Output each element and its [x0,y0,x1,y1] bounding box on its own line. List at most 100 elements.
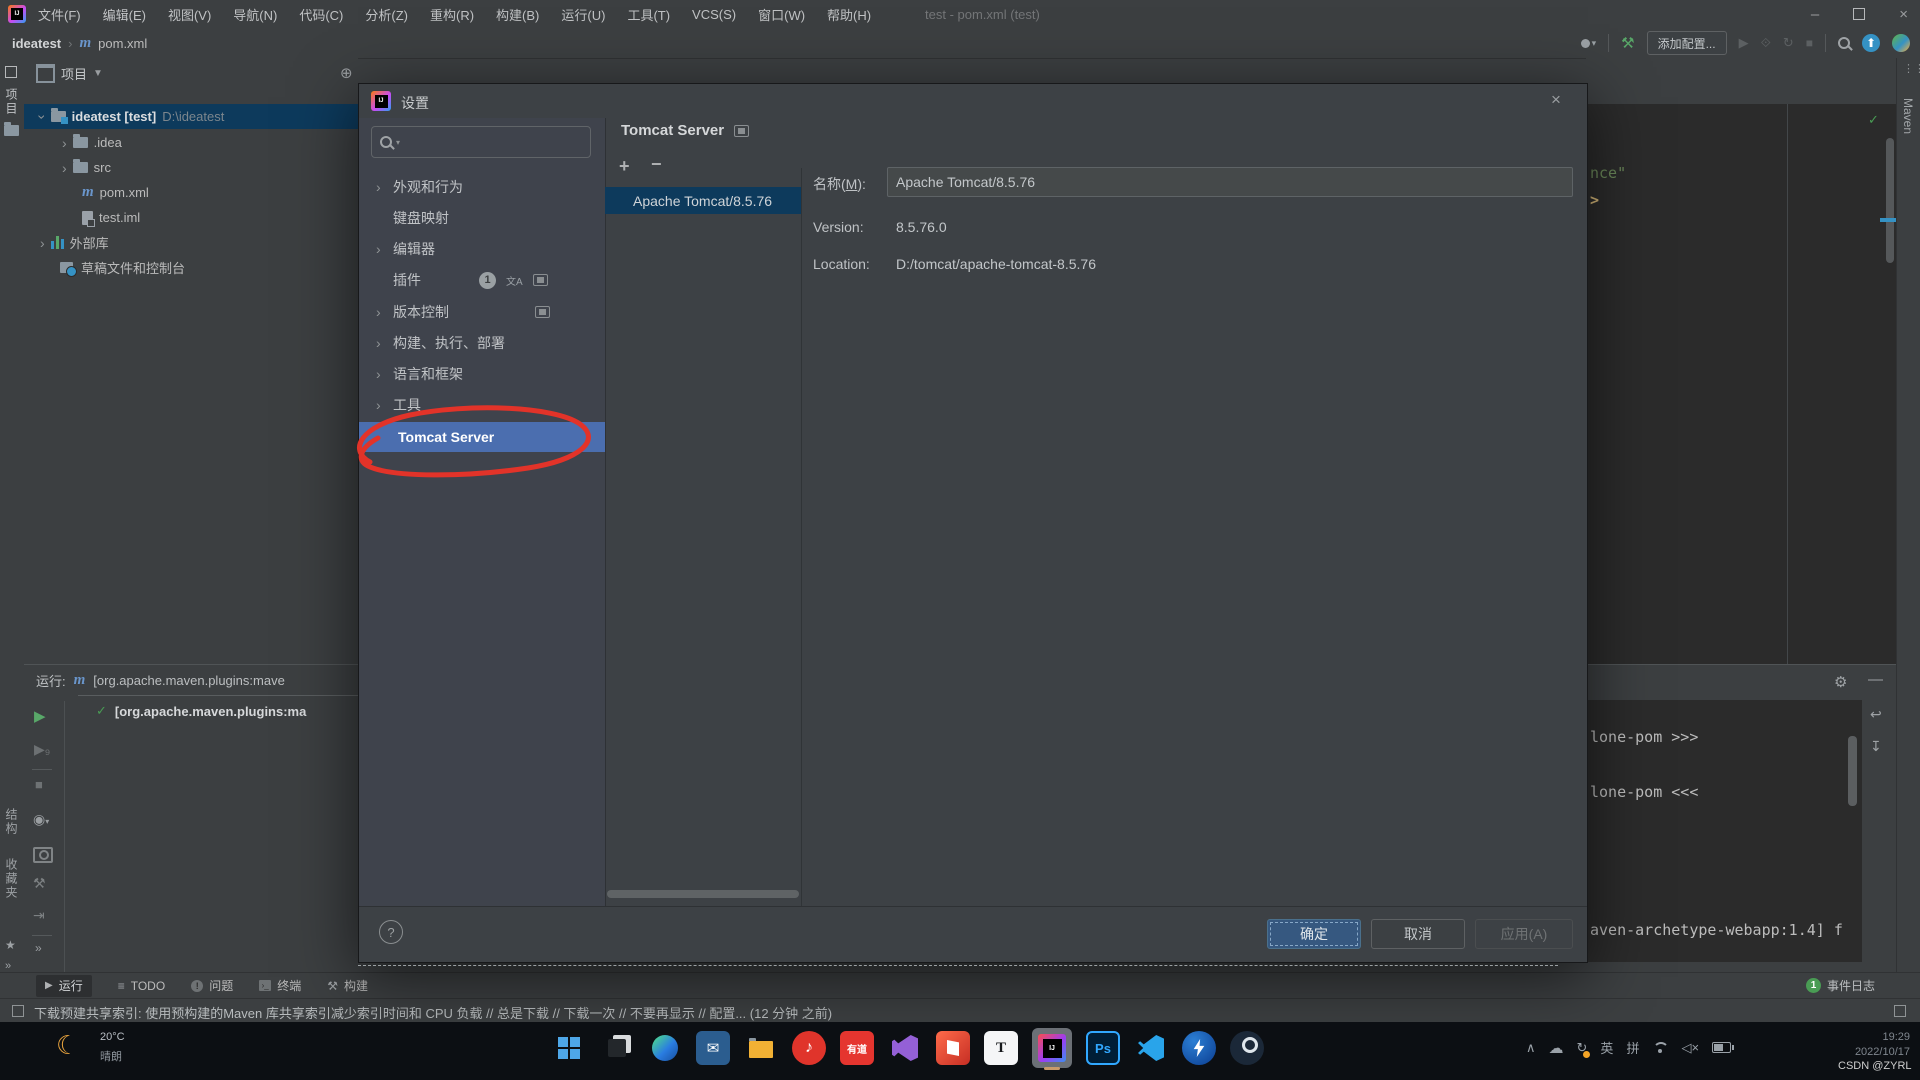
help-button[interactable]: ? [379,920,403,944]
menu-help[interactable]: 帮助(H) [827,5,871,24]
ime-language-indicator[interactable]: 英 [1600,1038,1613,1057]
profiler-icon[interactable]: ↻ [1783,35,1794,51]
more-tools-icon[interactable]: » [5,960,11,972]
tray-clock[interactable]: 19:29 2022/10/17 [1838,1030,1910,1060]
show-passed-eye-icon[interactable]: ◉▾ [33,811,49,828]
run-result-row[interactable]: ✓ [org.apache.maven.plugins:ma [96,703,363,719]
start-button[interactable] [552,1031,586,1065]
lightning-app-icon[interactable] [1182,1031,1216,1065]
menu-code[interactable]: 代码(C) [299,5,343,24]
chevron-right-icon[interactable]: › [376,367,381,381]
weather-moon-icon[interactable]: ☾ [56,1030,79,1061]
add-configuration-button[interactable]: 添加配置... [1647,31,1727,55]
project-tool-icon[interactable] [5,66,17,78]
rerun-icon[interactable]: ▶ [34,707,46,725]
youdao-dict-icon[interactable]: 有道 [840,1031,874,1065]
chevron-right-icon[interactable]: › [40,236,45,250]
menu-run[interactable]: 运行(U) [561,5,605,24]
steam-icon[interactable] [1230,1031,1264,1065]
server-list-hscrollbar[interactable] [607,890,799,898]
editor-area[interactable]: nce" > ✓ [1586,104,1896,664]
remove-server-icon[interactable]: − [651,154,662,175]
run-icon[interactable]: ▶ [1739,35,1749,51]
task-view-icon[interactable] [600,1031,634,1065]
volume-muted-icon[interactable]: ◁× [1681,1040,1699,1056]
tab-todo[interactable]: ≡ TODO [118,979,165,993]
build-settings-icon[interactable]: ⚒ [33,875,46,892]
gear-icon[interactable]: ⚙ [1834,673,1847,691]
folder-tool-icon[interactable] [4,125,19,136]
status-notifications-icon[interactable] [1894,1005,1906,1017]
tab-run[interactable]: ▶ 运行 [36,975,92,997]
ok-button[interactable]: 确定 [1267,919,1361,949]
cloud-icon[interactable]: ☁ [1549,1039,1564,1057]
netease-music-icon[interactable]: ♪ [792,1031,826,1065]
sync-icon[interactable]: ↻ [1577,1040,1588,1056]
visual-studio-icon[interactable] [888,1031,922,1065]
vscode-icon[interactable] [1134,1031,1168,1065]
update-arrow-icon[interactable]: ⬆ [1862,34,1880,52]
menu-build[interactable]: 构建(B) [496,5,539,24]
project-panel-header[interactable]: 项目 ▼ [36,64,103,83]
search-everywhere-icon[interactable] [1838,37,1850,49]
menu-tools[interactable]: 工具(T) [627,5,670,24]
sidebar-item-favorites[interactable]: 收藏夹 [3,858,20,900]
breadcrumb-file[interactable]: pom.xml [98,36,147,51]
inspections-ok-icon[interactable]: ✓ [1868,112,1879,128]
sidebar-item-structure[interactable]: 结构 [3,808,20,836]
name-field[interactable] [887,167,1573,197]
menu-window[interactable]: 窗口(W) [758,5,805,24]
chevron-right-icon[interactable]: › [376,305,381,319]
chevron-right-icon[interactable]: › [376,398,381,412]
settings-node-keymap[interactable]: 键盘映射 [359,203,605,233]
settings-node-languages[interactable]: ›语言和框架 [359,359,605,389]
tree-row-scratches[interactable]: 草稿文件和控制台 [24,255,394,280]
tab-problems[interactable]: ! 问题 [191,977,233,994]
rerun-failed-icon[interactable]: ▶₉ [34,741,50,758]
sidebar-item-maven[interactable]: Maven [1901,98,1915,134]
chevron-right-icon[interactable]: › [376,242,381,256]
menu-navigate[interactable]: 导航(N) [233,5,277,24]
settings-node-vcs[interactable]: ›版本控制 [359,297,605,327]
menu-file[interactable]: 文件(F) [38,5,81,24]
intellij-idea-taskbar-icon[interactable]: IJ [1032,1028,1072,1068]
console-scrollbar[interactable] [1848,736,1857,806]
soft-wrap-icon[interactable]: ↩ [1870,706,1882,723]
wifi-icon[interactable] [1652,1042,1668,1053]
settings-node-appearance[interactable]: ›外观和行为 [359,172,605,202]
user-icon[interactable]: ▾ [1581,38,1597,49]
status-message[interactable]: 下载预建共享索引: 使用预构建的Maven 库共享索引减少索引时间和 CPU 负… [34,1003,1434,1022]
settings-node-build[interactable]: ›构建、执行、部署 [359,328,605,358]
run-tab-label[interactable]: [org.apache.maven.plugins:mave [93,673,329,688]
tree-row-root[interactable]: › ideatest [test] D:\ideatest [24,104,374,129]
menu-refactor[interactable]: 重构(R) [430,5,474,24]
weather-desc[interactable]: 晴朗 [100,1048,122,1064]
dialog-close-icon[interactable]: × [1551,90,1561,110]
chevron-right-icon[interactable]: › [62,136,67,150]
chevron-right-icon[interactable]: › [376,336,381,350]
tray-expand-icon[interactable]: ∧ [1526,1040,1536,1056]
gradient-icon[interactable] [1892,34,1910,52]
photoshop-icon[interactable]: Ps [1086,1031,1120,1065]
scroll-to-end-icon[interactable]: ↧ [1870,738,1882,755]
apply-button[interactable]: 应用(A) [1475,919,1573,949]
menu-edit[interactable]: 编辑(E) [103,5,146,24]
menu-vcs[interactable]: VCS(S) [692,7,736,22]
battery-icon[interactable] [1712,1042,1731,1053]
typora-icon[interactable]: T [984,1031,1018,1065]
hide-panel-icon[interactable]: — [1868,671,1883,688]
settings-search-input[interactable] [404,134,582,151]
chevron-right-icon[interactable]: › [376,180,381,194]
file-explorer-icon[interactable] [744,1031,778,1065]
breadcrumb-project[interactable]: ideatest [12,36,61,51]
stop-icon[interactable]: ■ [1806,36,1813,50]
chevron-down-icon[interactable]: › [35,114,49,119]
settings-search-box[interactable]: ▾ [371,126,591,158]
mail-icon[interactable]: ✉ [696,1031,730,1065]
chevron-right-icon[interactable]: › [62,161,67,175]
tree-row-idea[interactable]: › .idea [24,130,396,155]
tree-row-src[interactable]: › src [24,155,396,180]
maven-tool-icon[interactable]: ⋮⋮ [1903,62,1920,75]
settings-node-tools[interactable]: ›工具 [359,390,605,420]
more-actions-icon[interactable]: » [35,941,42,955]
